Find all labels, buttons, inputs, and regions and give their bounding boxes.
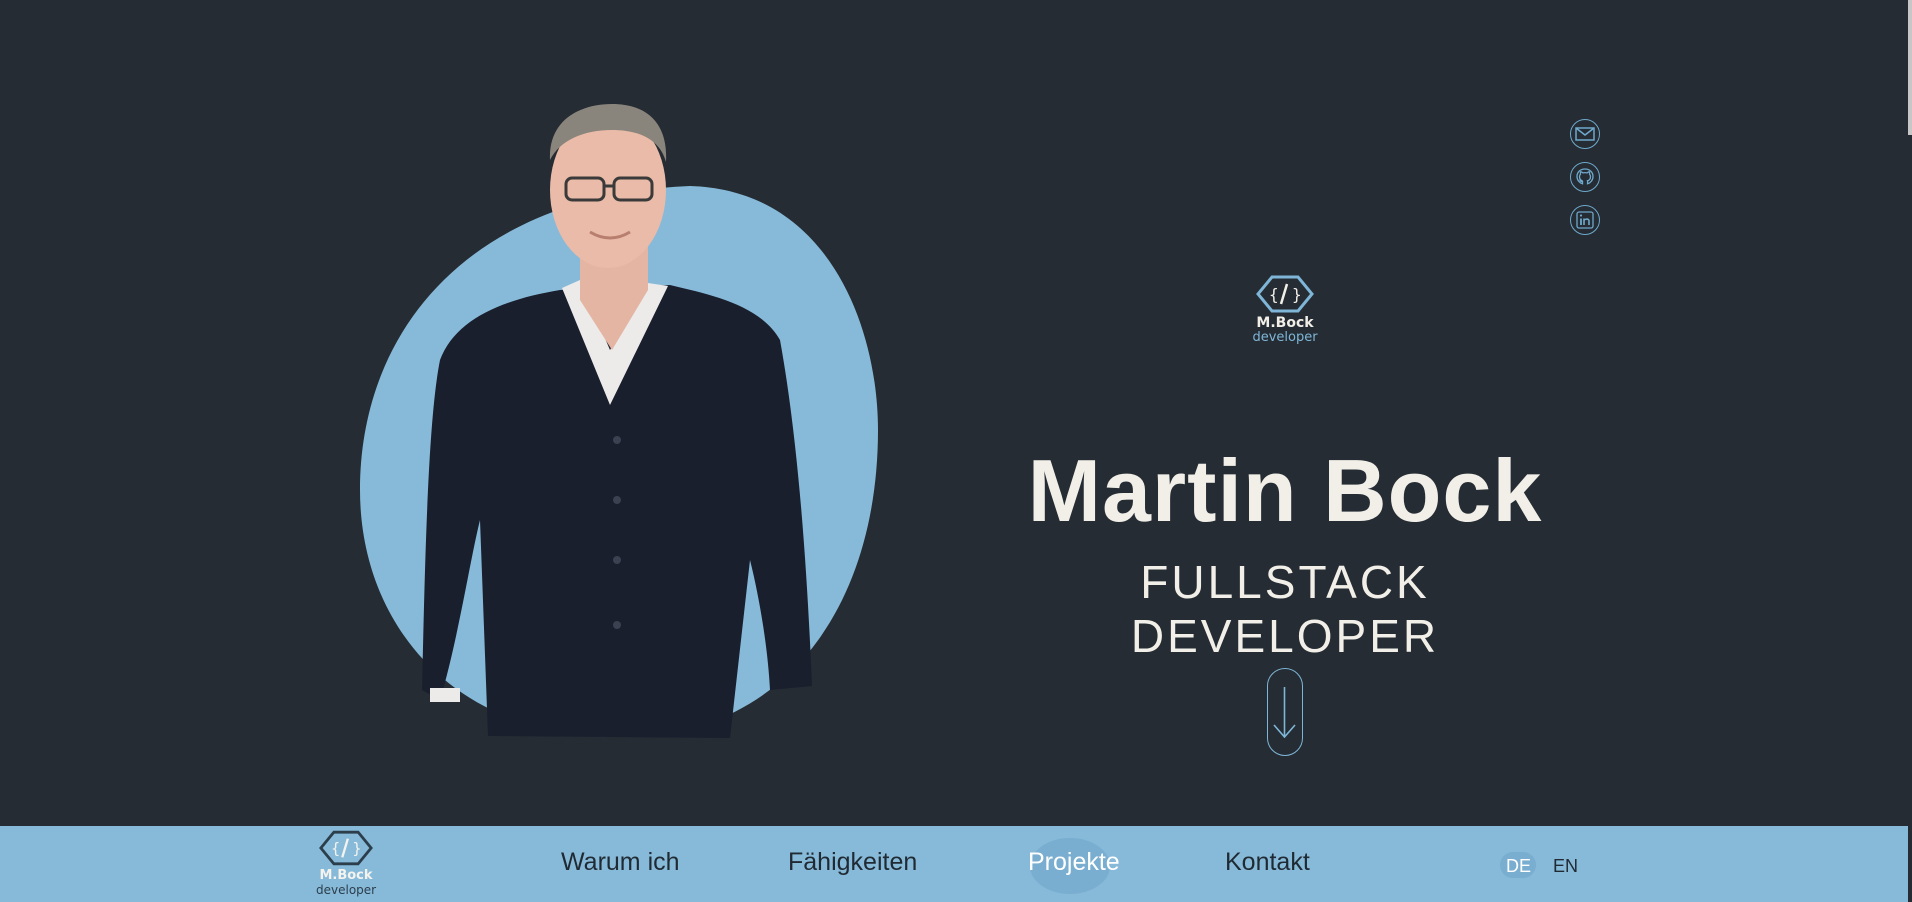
nav-item-projekte[interactable]: Projekte bbox=[1028, 848, 1120, 877]
github-icon bbox=[1576, 168, 1594, 185]
code-logo-icon: { } bbox=[319, 830, 373, 866]
hero-section: { } M.Bock developer Martin Bock FULLSTA… bbox=[0, 0, 1908, 826]
hero-logo[interactable]: { } M.Bock developer bbox=[1235, 275, 1335, 345]
mail-icon bbox=[1575, 127, 1595, 141]
svg-text:{: { bbox=[1269, 285, 1279, 304]
code-logo-icon: { } bbox=[1256, 275, 1314, 313]
linkedin-icon bbox=[1576, 211, 1594, 229]
social-links bbox=[1570, 119, 1602, 248]
svg-text:}: } bbox=[1292, 285, 1302, 304]
scrollbar-thumb[interactable] bbox=[1908, 0, 1912, 135]
bottom-navbar: { } M.Bock developer Warum ich Fähigkeit… bbox=[0, 826, 1908, 902]
language-de-button[interactable]: DE bbox=[1506, 856, 1531, 877]
nav-item-faehigkeiten[interactable]: Fähigkeiten bbox=[788, 848, 917, 877]
language-en-button[interactable]: EN bbox=[1553, 856, 1578, 877]
hero-subtitle: FULLSTACK DEVELOPER bbox=[1130, 556, 1440, 662]
mail-link[interactable] bbox=[1570, 119, 1600, 149]
brand-role: developer bbox=[1252, 330, 1318, 345]
navbar-brand-role: developer bbox=[316, 883, 377, 897]
svg-text:}: } bbox=[353, 840, 362, 858]
svg-text:{: { bbox=[331, 840, 340, 858]
nav-item-warum-ich[interactable]: Warum ich bbox=[561, 848, 680, 877]
scroll-down-button[interactable] bbox=[1267, 668, 1303, 756]
navbar-logo[interactable]: { } M.Bock developer bbox=[316, 830, 376, 897]
linkedin-link[interactable] bbox=[1570, 205, 1600, 235]
github-link[interactable] bbox=[1570, 162, 1600, 192]
profile-photo bbox=[360, 104, 878, 738]
navbar-brand-name: M.Bock bbox=[319, 868, 373, 883]
brand-name: M.Bock bbox=[1256, 315, 1314, 331]
nav-item-kontakt[interactable]: Kontakt bbox=[1225, 848, 1310, 877]
scrollbar-track[interactable] bbox=[1908, 0, 1912, 902]
hero-name: Martin Bock bbox=[1027, 441, 1543, 540]
arrow-down-icon bbox=[1273, 687, 1296, 739]
